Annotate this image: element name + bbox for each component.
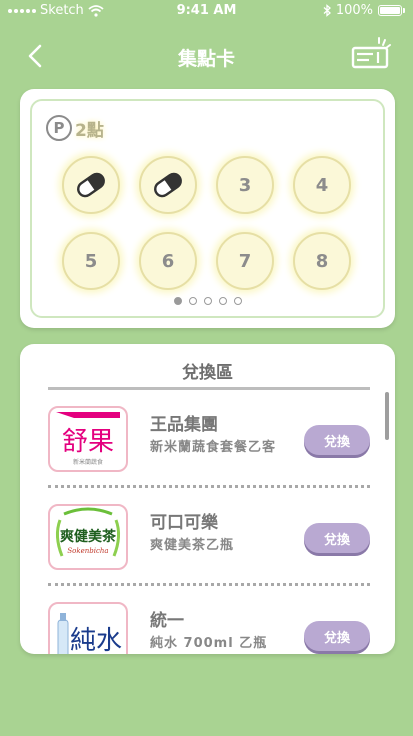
list-item: 純水 統一 純水 700ml 乙瓶 兌換 (48, 594, 370, 654)
page-dot[interactable] (203, 297, 212, 305)
battery-percent: 100% (335, 3, 373, 18)
scrollbar[interactable] (385, 392, 389, 440)
page-dot[interactable] (218, 297, 227, 305)
bluetooth-icon (323, 4, 331, 17)
brand-name: 王品集團 (150, 415, 218, 435)
stamp-slot: 4 (293, 156, 351, 214)
reward-description: 爽健美茶乙瓶 (150, 538, 235, 553)
brand-name: 可口可樂 (150, 513, 218, 533)
pill-icon (77, 172, 105, 198)
svg-text:Sokenbicha: Sokenbicha (67, 547, 108, 555)
svg-text:舒果: 舒果 (62, 427, 114, 457)
page-indicator (32, 297, 383, 305)
brand-logo-sokenbicha: 爽健美茶 Sokenbicha (48, 504, 128, 570)
page-dot[interactable] (233, 297, 242, 305)
brand-name: 統一 (150, 611, 184, 631)
battery-icon (378, 5, 402, 16)
stamp-slot: 6 (139, 232, 197, 290)
stamp-slot: 5 (62, 232, 120, 290)
stamp-slot: 8 (293, 232, 351, 290)
list-item: 爽健美茶 Sokenbicha 可口可樂 爽健美茶乙瓶 兌換 (48, 496, 370, 594)
svg-text:新米蘭蔬食: 新米蘭蔬食 (73, 458, 103, 466)
page-dot-active[interactable] (173, 297, 182, 305)
nav-bar: 集點卡 (0, 36, 413, 76)
scan-card-icon[interactable] (349, 36, 393, 72)
redeem-button[interactable]: 兌換 (304, 621, 370, 651)
brand-logo-shuguo: 舒果 新米蘭蔬食 (48, 406, 128, 472)
points-count: 2點 (75, 120, 104, 141)
points-summary: P 2點 (46, 115, 104, 141)
svg-text:純水: 純水 (70, 626, 122, 654)
brand-logo-pure-water: 純水 (48, 602, 128, 654)
reward-description: 純水 700ml 乙瓶 (150, 636, 268, 651)
svg-text:爽健美茶: 爽健美茶 (60, 528, 117, 545)
stamp-slot: 7 (216, 232, 274, 290)
redeem-button[interactable]: 兌換 (304, 523, 370, 553)
stamp-card: P 2點 3 4 5 6 7 8 (20, 89, 395, 328)
dotted-separator (48, 485, 370, 488)
pill-icon (154, 172, 182, 198)
dotted-separator (48, 583, 370, 586)
points-icon: P (46, 115, 72, 141)
reward-description: 新米蘭蔬食套餐乙客 (150, 440, 277, 455)
exchange-panel: 兌換區 舒果 新米蘭蔬食 王品集團 新米蘭蔬食套餐乙客 兌換 爽健美茶 Soke… (20, 344, 395, 654)
status-bar: Sketch 9:41 AM 100% (0, 0, 413, 22)
stamp-slot (62, 156, 120, 214)
stamp-slot: 3 (216, 156, 274, 214)
redeem-button[interactable]: 兌換 (304, 425, 370, 455)
stamp-slot (139, 156, 197, 214)
page-dot[interactable] (188, 297, 197, 305)
divider (48, 387, 370, 390)
list-item: 舒果 新米蘭蔬食 王品集團 新米蘭蔬食套餐乙客 兌換 (48, 398, 370, 496)
exchange-title: 兌換區 (182, 363, 233, 383)
stamp-card-frame: P 2點 3 4 5 6 7 8 (30, 99, 385, 318)
